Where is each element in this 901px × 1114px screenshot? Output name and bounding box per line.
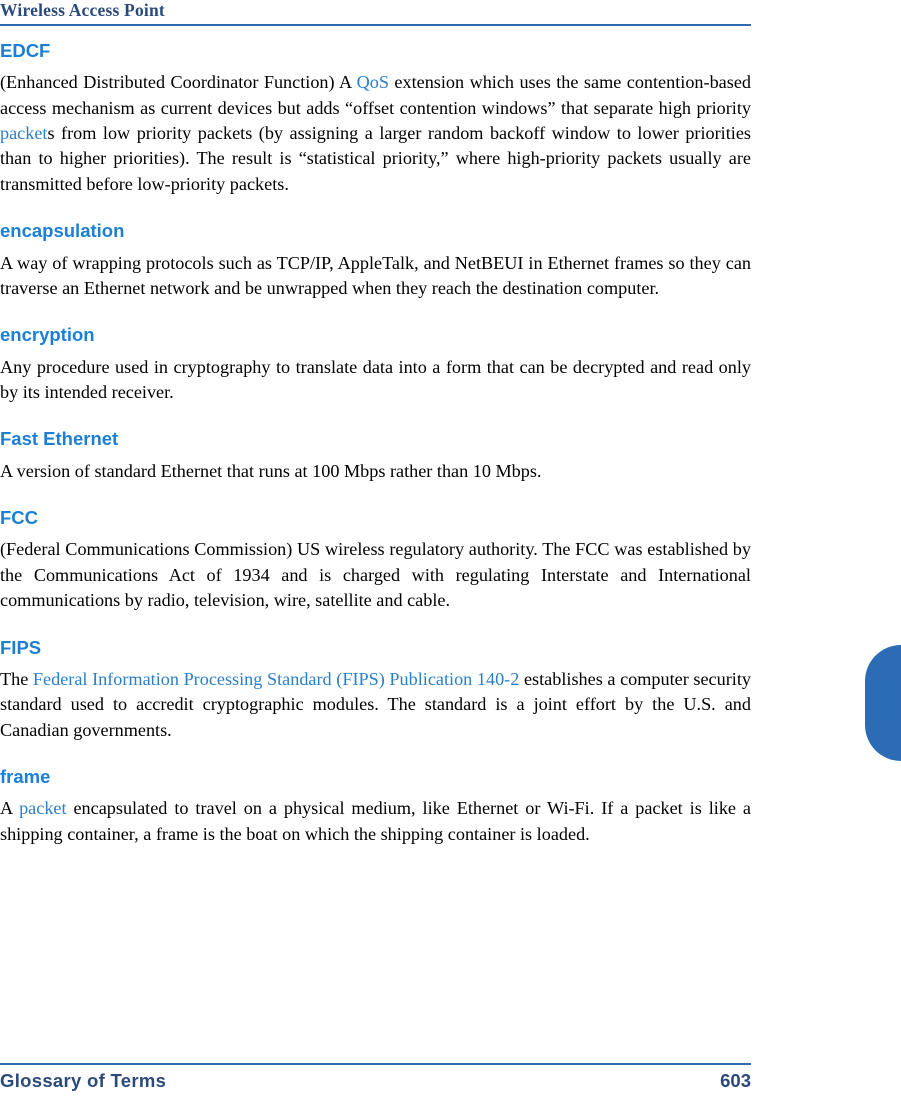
cross-reference-link[interactable]: packet — [19, 798, 66, 818]
glossary-entry: FCC (Federal Communications Commission) U… — [0, 507, 751, 613]
footer-page-number: 603 — [720, 1070, 751, 1091]
term-definition-spacer — [0, 528, 751, 537]
glossary-term: EDCF — [0, 40, 51, 61]
definition-text: A — [0, 798, 20, 819]
glossary-term: Fast Ethernet — [0, 428, 119, 450]
glossary-entry: EDCF (Enhanced Distributed Coordinator Fu… — [0, 40, 751, 197]
header-title: Wireless Access Point — [0, 0, 165, 20]
glossary-definition: (Enhanced Distributed Coordinator Functi… — [0, 70, 751, 197]
entry-spacer — [0, 743, 751, 766]
glossary-definition: Any procedure used in cryptography to tr… — [0, 355, 751, 406]
glossary-entry: encryption Any procedure used in cryptogr… — [0, 324, 751, 405]
glossary-definition: The Federal Information Processing Stand… — [0, 667, 751, 743]
glossary-entry: frame A packet encapsulated to travel on … — [0, 766, 751, 847]
term-definition-spacer — [0, 346, 751, 355]
definition-text: (Federal Communications Commission) US w… — [0, 539, 751, 611]
glossary-definition: A version of standard Ethernet that runs… — [0, 459, 751, 484]
glossary-definition: A way of wrapping protocols such as TCP/… — [0, 251, 751, 302]
definition-text: (Enhanced Distributed Coordinator Functi… — [0, 72, 357, 93]
glossary-term: encryption — [0, 324, 95, 346]
definition-text: Any procedure used in cryptography to tr… — [0, 356, 751, 403]
glossary-entry: encapsulation A way of wrapping protocols… — [0, 220, 751, 301]
cross-reference-link[interactable]: QoS — [357, 72, 389, 92]
glossary-term: encapsulation — [0, 220, 125, 242]
glossary-definition: (Federal Communications Commission) US w… — [0, 537, 751, 613]
glossary-entry: FIPS The Federal Information Processing S… — [0, 637, 751, 743]
entry-spacer — [0, 614, 751, 637]
page-header: Wireless Access Point — [0, 0, 751, 30]
term-definition-spacer — [0, 450, 751, 459]
glossary-entries: EDCF (Enhanced Distributed Coordinator Fu… — [0, 40, 751, 847]
glossary-entry: Fast Ethernet A version of standard Ether… — [0, 428, 751, 484]
glossary-term: FIPS — [0, 636, 42, 658]
header-divider — [0, 24, 751, 27]
entry-spacer — [0, 197, 751, 220]
definition-text: A version of standard Ethernet that runs… — [0, 460, 542, 481]
entry-spacer — [0, 484, 751, 507]
page-thumb-tab — [865, 645, 901, 761]
definition-text: s from low priority packets (by assignin… — [0, 123, 751, 194]
term-definition-spacer — [0, 242, 751, 251]
entry-spacer — [0, 405, 751, 428]
term-definition-spacer — [0, 787, 751, 796]
definition-text: A way of wrapping protocols such as TCP/… — [0, 252, 751, 298]
term-definition-spacer — [0, 658, 751, 667]
footer-divider — [0, 1063, 751, 1066]
definition-text: The — [0, 668, 33, 689]
cross-reference-link[interactable]: Federal Information Processing Standard … — [33, 669, 519, 689]
cross-reference-link[interactable]: packet — [0, 123, 47, 143]
definition-text: encapsulated to travel on a physical med… — [0, 798, 751, 844]
glossary-definition: A packet encapsulated to travel on a phy… — [0, 796, 751, 847]
footer-section-label: Glossary of Terms — [0, 1070, 167, 1091]
glossary-term: FCC — [0, 507, 39, 529]
glossary-term: frame — [0, 766, 51, 788]
term-definition-spacer — [0, 61, 751, 70]
document-page: Wireless Access Point EDCF (Enhanced Dist… — [0, 0, 901, 1114]
entry-spacer — [0, 301, 751, 324]
